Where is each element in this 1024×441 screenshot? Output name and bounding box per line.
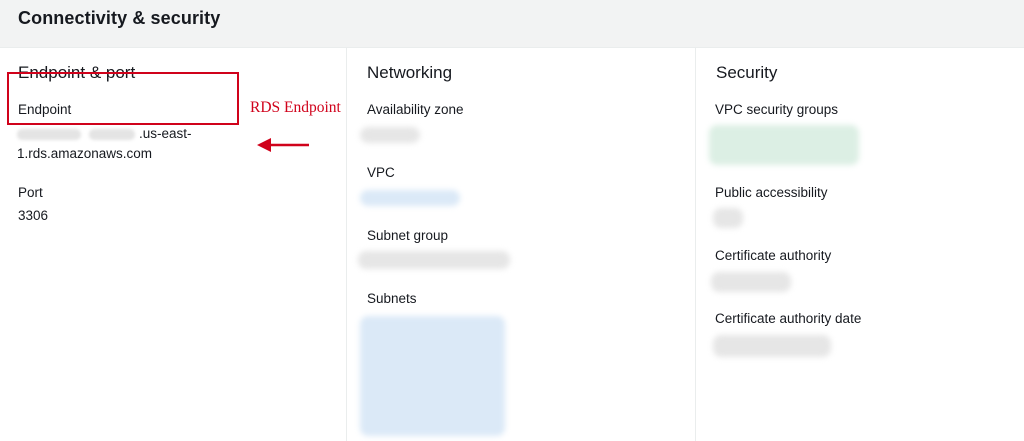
networking-title: Networking: [367, 63, 453, 82]
rds-endpoint-annotation: RDS Endpoint: [250, 99, 341, 116]
redacted-subnet-group[interactable]: [358, 251, 510, 269]
certificate-authority-label: Certificate authority: [715, 248, 832, 263]
section-title: Connectivity & security: [18, 8, 221, 28]
redacted-subnets-list[interactable]: [360, 316, 505, 436]
availability-zone-label: Availability zone: [367, 102, 464, 117]
redacted-text: [89, 128, 135, 140]
redacted-security-groups[interactable]: [709, 125, 859, 165]
redacted-certificate-authority: [711, 272, 791, 292]
redacted-public-accessibility: [713, 208, 743, 228]
endpoint-value-line2: 1.rds.amazonaws.com: [17, 146, 153, 161]
port-label: Port: [18, 185, 43, 200]
security-title: Security: [716, 63, 778, 82]
redacted-certificate-authority-date: [713, 335, 831, 357]
redacted-vpc-link[interactable]: [360, 190, 460, 206]
section-header: Connectivity & security: [0, 0, 1024, 48]
redacted-availability-zone: [360, 127, 420, 143]
vpc-security-groups-label: VPC security groups: [715, 102, 839, 117]
public-accessibility-label: Public accessibility: [715, 185, 828, 200]
redacted-text: [17, 128, 81, 140]
endpoint-value[interactable]: .us-east- 1.rds.amazonaws.com: [17, 124, 241, 164]
arrow-left-icon: [257, 138, 309, 152]
subnets-label: Subnets: [367, 291, 417, 306]
certificate-authority-date-label: Certificate authority date: [715, 311, 862, 326]
port-value: 3306: [18, 208, 49, 223]
vpc-label: VPC: [367, 165, 395, 180]
endpoint-highlight-box: [7, 72, 239, 125]
endpoint-value-line1: .us-east-: [139, 126, 192, 141]
subnet-group-label: Subnet group: [367, 228, 449, 243]
